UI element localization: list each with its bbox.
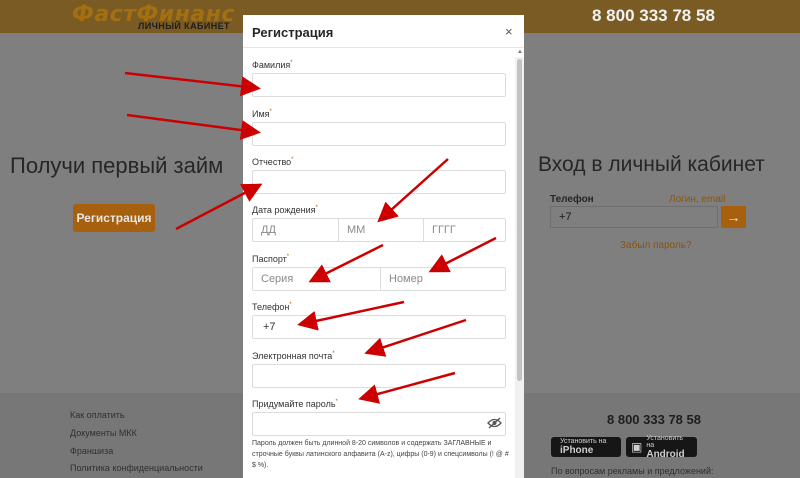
annotation-arrow — [358, 371, 456, 404]
annotation-arrow — [364, 318, 467, 357]
annotation-arrow — [377, 158, 449, 223]
annotation-arrow — [428, 236, 497, 273]
annotation-arrow — [308, 243, 384, 283]
annotation-arrow — [126, 113, 261, 140]
annotation-arrow — [175, 183, 263, 231]
annotation-arrows — [124, 71, 497, 404]
annotation-arrow — [124, 71, 261, 97]
annotation-arrow — [297, 300, 405, 331]
